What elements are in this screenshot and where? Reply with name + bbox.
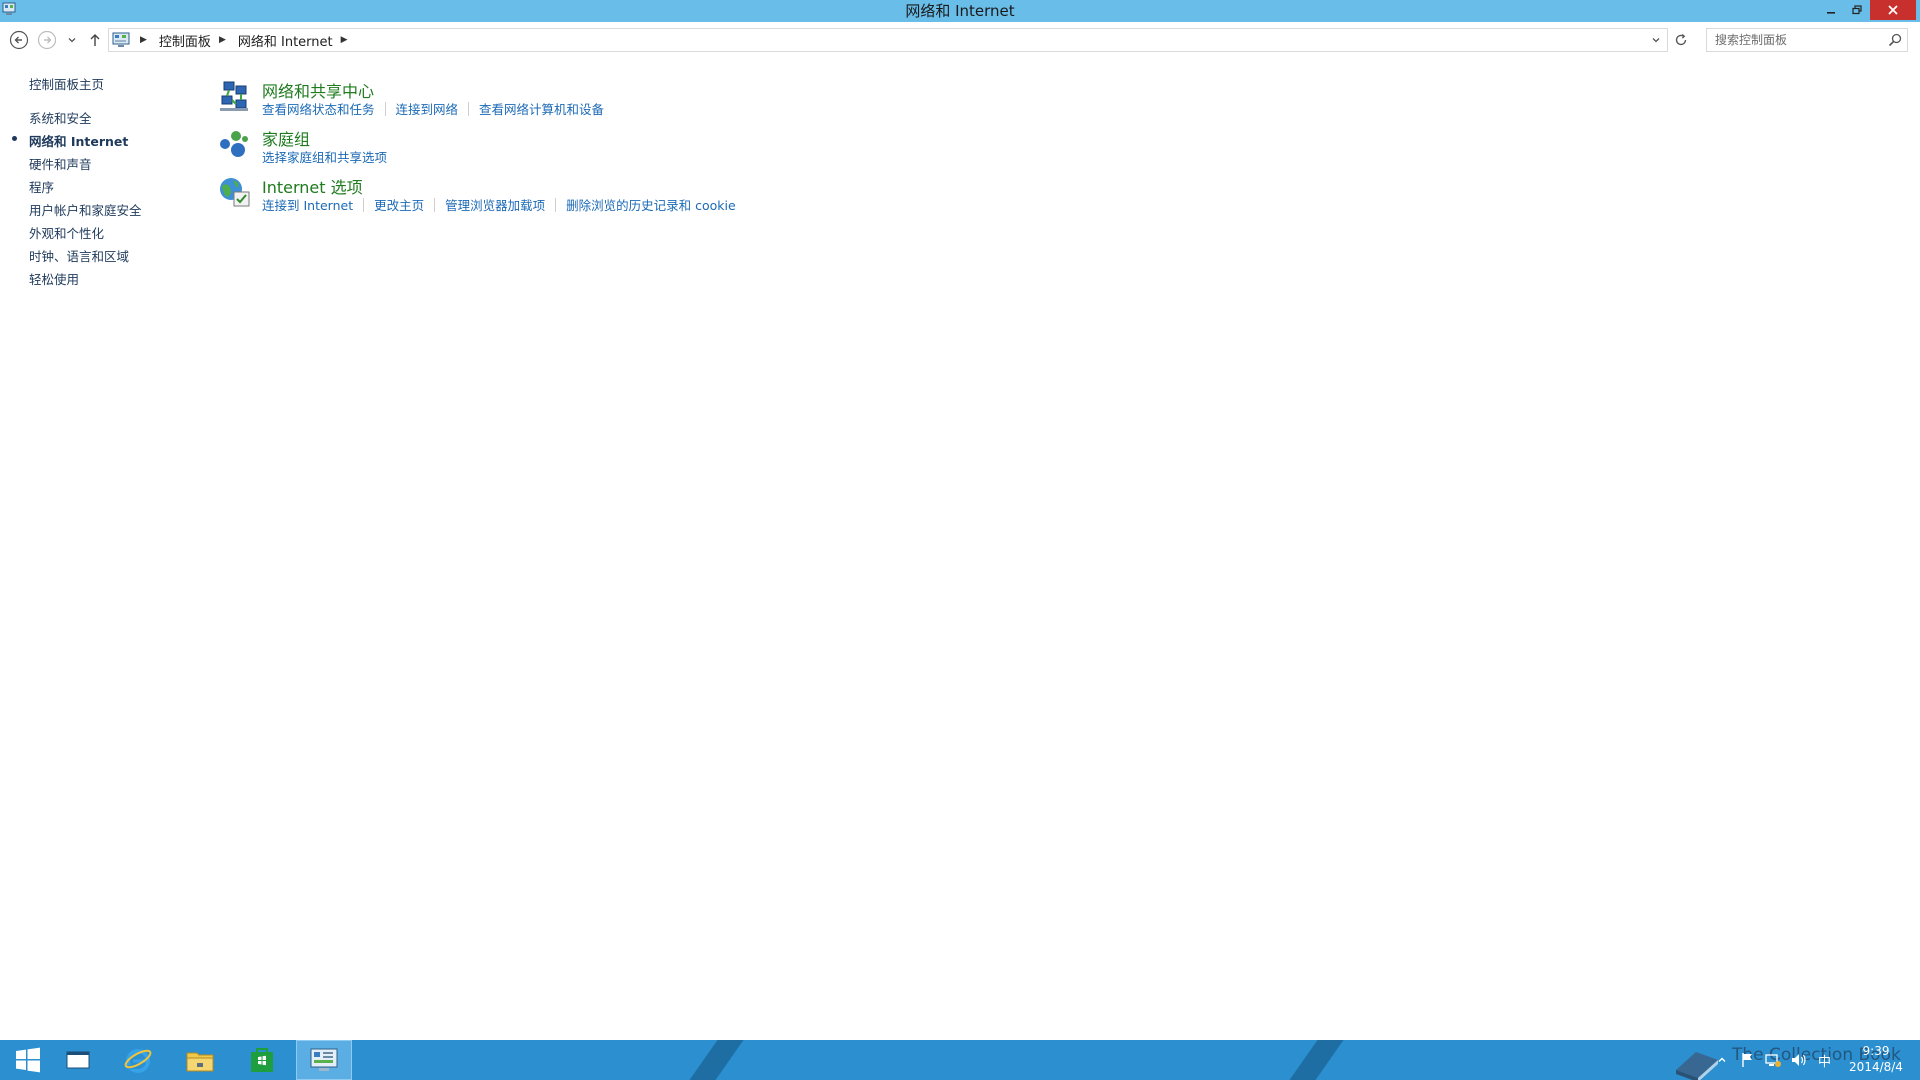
up-arrow-icon	[90, 34, 100, 46]
close-icon	[1888, 5, 1898, 15]
view-network-status-link[interactable]: 查看网络状态和任务	[262, 99, 375, 118]
forward-button[interactable]	[36, 29, 58, 51]
wallpaper-stripe	[675, 1040, 751, 1080]
restore-button[interactable]	[1844, 0, 1870, 20]
manage-addons-link[interactable]: 管理浏览器加载项	[445, 195, 545, 214]
clock[interactable]: 9:39 2014/8/4	[1840, 1043, 1912, 1075]
volume-icon[interactable]	[1790, 1052, 1808, 1068]
homegroup-links: 选择家庭组和共享选项	[262, 147, 387, 166]
internet-options-icon[interactable]	[216, 174, 252, 210]
control-panel-home-link[interactable]: 控制面板主页	[29, 74, 104, 93]
control-panel-icon	[310, 1048, 338, 1071]
minimize-button[interactable]	[1818, 0, 1844, 20]
recent-locations-button[interactable]	[62, 29, 82, 51]
nav-user-accounts[interactable]: 用户帐户和家庭安全	[29, 200, 142, 219]
change-homepage-link[interactable]: 更改主页	[374, 195, 424, 214]
taskbar: The Collection Book 中 9:39 2014/8/4	[0, 1040, 1920, 1080]
windows-logo-icon	[16, 1047, 40, 1073]
homegroup-sharing-options-link[interactable]: 选择家庭组和共享选项	[262, 147, 387, 166]
address-history-button[interactable]	[1647, 31, 1665, 49]
link-divider	[468, 101, 470, 116]
network-sharing-icon[interactable]	[216, 78, 252, 114]
window-title: 网络和 Internet	[905, 2, 1015, 20]
nav-system-security[interactable]: 系统和安全	[29, 108, 92, 127]
address-bar[interactable]: ▶ 控制面板 ▶ 网络和 Internet ▶	[108, 28, 1668, 52]
internet-options-links: 连接到 Internet 更改主页 管理浏览器加载项 删除浏览的历史记录和 co…	[262, 195, 736, 214]
breadcrumb-separator-icon[interactable]: ▶	[341, 35, 348, 45]
start-button[interactable]	[0, 1040, 56, 1080]
nav-network-internet[interactable]: 网络和 Internet	[29, 131, 128, 150]
search-icon[interactable]	[1887, 32, 1903, 48]
active-bullet-icon	[12, 136, 17, 141]
link-divider	[555, 197, 557, 212]
network-status-icon[interactable]	[1764, 1052, 1782, 1068]
chevron-down-icon	[1652, 38, 1660, 43]
view-network-computers-link[interactable]: 查看网络计算机和设备	[479, 99, 604, 118]
action-center-flag-icon[interactable]	[1740, 1052, 1756, 1068]
delete-history-link[interactable]: 删除浏览的历史记录和 cookie	[566, 195, 736, 214]
nav-hardware-sound[interactable]: 硬件和声音	[29, 154, 92, 173]
close-button[interactable]	[1870, 0, 1916, 20]
ime-indicator[interactable]: 中	[1818, 1051, 1831, 1070]
store-icon	[251, 1048, 273, 1072]
nav-ease-of-access[interactable]: 轻松使用	[29, 269, 79, 288]
clock-date: 2014/8/4	[1849, 1060, 1903, 1074]
breadcrumb-separator-icon[interactable]: ▶	[140, 35, 147, 45]
restore-icon	[1852, 5, 1862, 15]
link-divider	[363, 197, 365, 212]
up-button[interactable]	[84, 29, 106, 51]
nav-programs[interactable]: 程序	[29, 177, 54, 196]
nav-appearance[interactable]: 外观和个性化	[29, 223, 104, 242]
breadcrumb-network-internet[interactable]: 网络和 Internet	[236, 31, 335, 50]
refresh-icon	[1675, 34, 1687, 46]
system-tray: 中	[1716, 1040, 1831, 1080]
wallpaper-stripe	[1275, 1040, 1351, 1080]
taskbar-store[interactable]	[234, 1040, 290, 1080]
link-divider	[434, 197, 436, 212]
title-bar: 网络和 Internet	[0, 0, 1920, 22]
minimize-icon	[1827, 12, 1835, 14]
taskbar-file-explorer[interactable]	[172, 1040, 228, 1080]
search-input[interactable]	[1707, 29, 1883, 51]
taskbar-server-manager[interactable]	[50, 1040, 106, 1080]
server-icon	[66, 1051, 90, 1069]
folder-icon	[186, 1052, 214, 1072]
clock-time: 9:39	[1862, 1044, 1890, 1058]
navigation-bar: ▶ 控制面板 ▶ 网络和 Internet ▶	[0, 22, 1920, 58]
show-hidden-icons-icon[interactable]	[1716, 1054, 1728, 1066]
internet-explorer-icon	[124, 1049, 152, 1073]
chevron-down-icon	[68, 38, 76, 43]
back-arrow-icon	[9, 30, 29, 50]
connect-to-network-link[interactable]: 连接到网络	[396, 99, 459, 118]
taskbar-control-panel[interactable]	[296, 1040, 352, 1080]
breadcrumb-separator-icon[interactable]: ▶	[219, 35, 226, 45]
homegroup-icon[interactable]	[216, 126, 252, 162]
search-box[interactable]	[1706, 28, 1908, 52]
control-panel-icon	[112, 32, 130, 47]
connect-to-internet-link[interactable]: 连接到 Internet	[262, 195, 353, 214]
back-button[interactable]	[8, 29, 30, 51]
nav-clock-language[interactable]: 时钟、语言和区域	[29, 246, 129, 265]
forward-arrow-icon	[37, 30, 57, 50]
link-divider	[384, 101, 386, 116]
taskbar-internet-explorer[interactable]	[110, 1040, 166, 1080]
breadcrumb-control-panel[interactable]: 控制面板	[157, 31, 213, 50]
breadcrumb: ▶ 控制面板 ▶ 网络和 Internet ▶	[109, 29, 358, 51]
refresh-button[interactable]	[1670, 29, 1692, 51]
network-sharing-links: 查看网络状态和任务 连接到网络 查看网络计算机和设备	[262, 99, 604, 118]
